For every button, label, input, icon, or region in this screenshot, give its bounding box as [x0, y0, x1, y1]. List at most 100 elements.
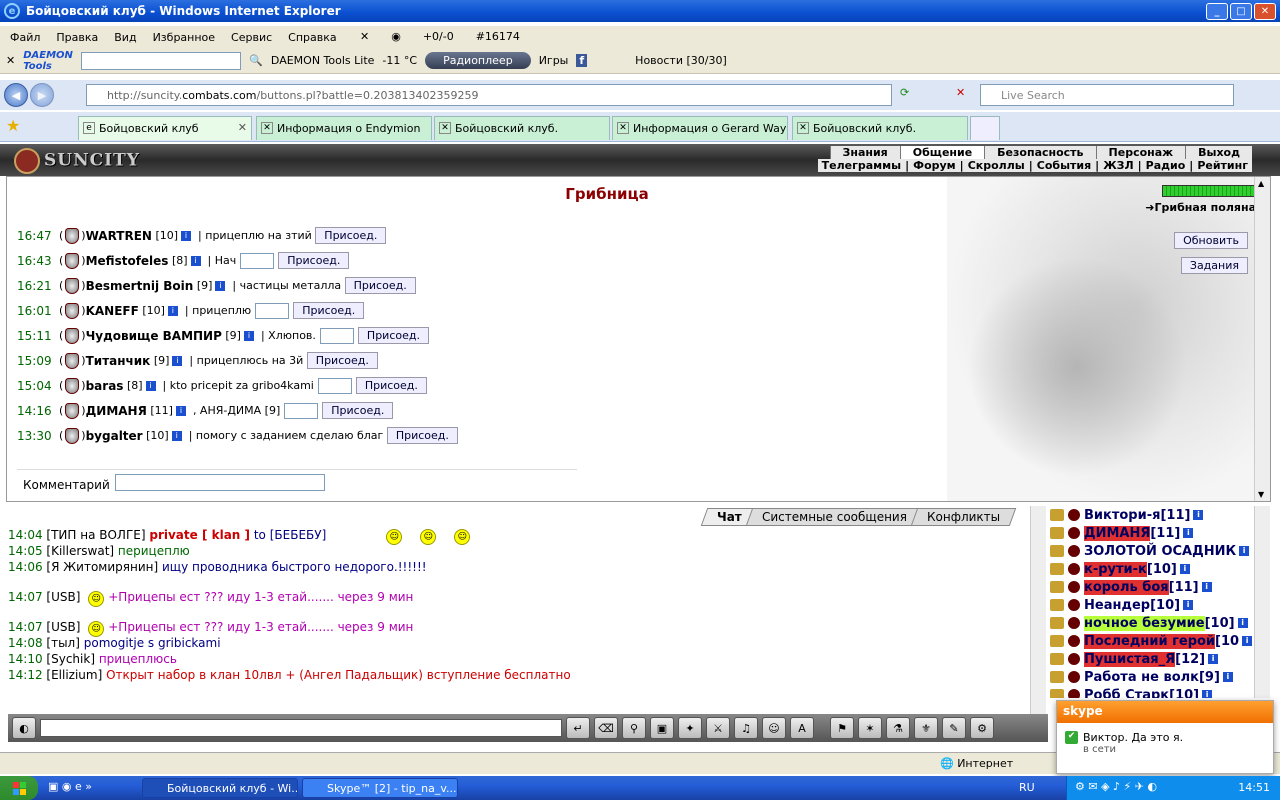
nav-communication[interactable]: Общение	[899, 146, 985, 159]
tray-icons[interactable]: ⚙ ✉ ◈ ♪ ⚡ ✈ ◐	[1075, 780, 1157, 793]
nav-radio[interactable]: Радио	[1142, 159, 1190, 172]
filter-icon[interactable]: ⚲	[622, 717, 646, 739]
bid-input[interactable]	[255, 302, 290, 319]
user-name[interactable]: ночное безумие	[1084, 615, 1205, 631]
chat-scrollbar[interactable]	[1030, 506, 1046, 714]
menu-tools[interactable]: Сервис	[231, 31, 272, 44]
user-list-item[interactable]: Робб Старк [10] i	[1050, 686, 1260, 698]
user-list-item[interactable]: Виктори-я [11] i	[1050, 506, 1260, 524]
bid-nick[interactable]: KANEFF	[86, 304, 139, 318]
smile-icon[interactable]: ☺	[762, 717, 786, 739]
join-button[interactable]: Присоед.	[386, 427, 458, 444]
user-list-item[interactable]: Работа не волк [9] i	[1050, 668, 1260, 686]
nav-rating[interactable]: Рейтинг	[1193, 159, 1252, 172]
ability-icon-3[interactable]: ⚗	[886, 717, 910, 739]
facebook-icon[interactable]: f	[576, 54, 588, 67]
chat-nick[interactable]: тыл	[51, 636, 75, 650]
menu-favorites[interactable]: Избранное	[153, 31, 215, 44]
join-button[interactable]: Присоед.	[322, 402, 394, 419]
user-name[interactable]: ЗОЛОТОЙ ОСАДНИК	[1084, 544, 1236, 559]
user-name[interactable]: к-рути-к	[1084, 561, 1147, 577]
quicklaunch-icons[interactable]: ▣ ◉ e »	[48, 780, 92, 793]
info-icon[interactable]: i	[1183, 600, 1194, 610]
user-list-item[interactable]: король боя [11] i	[1050, 578, 1260, 596]
nav-exit[interactable]: Выход	[1185, 146, 1252, 159]
ability-icon-6[interactable]: ⚙	[970, 717, 994, 739]
save-icon[interactable]: ▣	[650, 717, 674, 739]
comment-input[interactable]	[115, 474, 325, 491]
games-link[interactable]: Игры	[539, 54, 569, 67]
info-icon[interactable]: i	[1183, 528, 1194, 538]
user-list-item[interactable]: ДИМАНЯ [11] i	[1050, 524, 1260, 542]
info-icon[interactable]: i	[181, 230, 192, 241]
favorites-star-icon[interactable]: ★	[6, 116, 20, 135]
back-button[interactable]: ◀	[4, 83, 28, 107]
info-icon[interactable]: i	[1242, 636, 1253, 646]
new-tab-button[interactable]	[970, 116, 1000, 140]
forward-button[interactable]: ▶	[30, 83, 54, 107]
bid-nick[interactable]: WARTREN	[86, 229, 152, 243]
close-button[interactable]: ✕	[1254, 3, 1276, 20]
translit-icon[interactable]: A	[790, 717, 814, 739]
user-name[interactable]: Неандер	[1084, 598, 1150, 613]
weather-value[interactable]: -11 °C	[382, 54, 417, 67]
main-scrollbar[interactable]	[1254, 177, 1270, 501]
toolbar-search-input[interactable]	[81, 51, 242, 70]
info-icon[interactable]: i	[171, 430, 182, 441]
tab-gerard-way[interactable]: ✕ Информация о Gerard Way	[612, 116, 788, 140]
user-name[interactable]: король боя	[1084, 579, 1169, 595]
bid-nick[interactable]: Титанчик	[86, 354, 151, 368]
nav-events[interactable]: События	[1033, 159, 1095, 172]
join-button[interactable]: Присоед.	[355, 377, 427, 394]
user-list-item[interactable]: к-рути-к [10] i	[1050, 560, 1260, 578]
user-name[interactable]: Виктори-я	[1084, 508, 1160, 523]
info-icon[interactable]: i	[1222, 672, 1233, 682]
user-list-item[interactable]: Пушистая_Я [12] i	[1050, 650, 1260, 668]
tab-endymion[interactable]: ✕ Информация о Endymion	[256, 116, 432, 140]
close-toolbar-icon[interactable]: ✕	[6, 54, 15, 67]
tab-fightclub-active[interactable]: e Бойцовский клуб ✕	[78, 116, 252, 140]
user-name[interactable]: Последний герой	[1084, 633, 1216, 649]
info-icon[interactable]: i	[1179, 564, 1190, 574]
bid-nick[interactable]: bygalter	[86, 429, 143, 443]
send-icon[interactable]: ↵	[566, 717, 590, 739]
tab-system-messages[interactable]: Системные сообщения	[745, 508, 923, 526]
join-button[interactable]: Присоед.	[278, 252, 350, 269]
language-indicator[interactable]: RU	[1019, 781, 1035, 794]
info-icon[interactable]: i	[1193, 510, 1204, 520]
search-icon[interactable]: 🔍	[249, 54, 263, 67]
info-icon[interactable]: i	[1202, 690, 1213, 698]
bid-input[interactable]	[240, 252, 275, 269]
bid-nick[interactable]: baras	[86, 379, 124, 393]
refresh-button[interactable]: Обновить	[1174, 232, 1248, 249]
news-link[interactable]: Новости [30/30]	[635, 54, 727, 67]
radio-player[interactable]: Радиоплеер	[425, 52, 531, 69]
taskbar-skype[interactable]: Skype™ [2] - tip_na_v...	[302, 778, 458, 798]
user-name[interactable]: ДИМАНЯ	[1084, 525, 1151, 541]
eraser-icon[interactable]: ⌫	[594, 717, 618, 739]
nav-character[interactable]: Персонаж	[1095, 146, 1186, 159]
join-button[interactable]: Присоед.	[293, 302, 365, 319]
location-link[interactable]: ➜Грибная поляна	[1145, 201, 1256, 214]
nav-scrolls[interactable]: Скроллы	[964, 159, 1029, 172]
pk-icon[interactable]: ⚔	[706, 717, 730, 739]
chat-nick[interactable]: Killerswat	[51, 544, 109, 558]
info-icon[interactable]: i	[172, 355, 183, 366]
user-name[interactable]: Робб Старк	[1084, 688, 1169, 699]
info-icon[interactable]: i	[1201, 582, 1212, 592]
menu-help[interactable]: Справка	[288, 31, 336, 44]
menu-file[interactable]: Файл	[10, 31, 40, 44]
ability-icon-5[interactable]: ✎	[942, 717, 966, 739]
user-list-item[interactable]: Последний герой [10 i	[1050, 632, 1260, 650]
chat-input[interactable]	[40, 719, 562, 737]
bid-nick[interactable]: Чудовище ВАМПИР	[86, 329, 222, 343]
refresh-icon[interactable]: ⟳	[900, 86, 909, 99]
ability-icon-1[interactable]: ⚑	[830, 717, 854, 739]
join-button[interactable]: Присоед.	[315, 227, 387, 244]
chat-nick[interactable]: USB	[51, 590, 76, 604]
nav-telegrams[interactable]: Телеграммы	[818, 159, 905, 172]
fighter-icon[interactable]: ✦	[678, 717, 702, 739]
info-icon[interactable]: i	[1208, 654, 1219, 664]
ability-icon-4[interactable]: ⚜	[914, 717, 938, 739]
chat-target[interactable]: [БЕБЕБУ]	[270, 528, 327, 542]
